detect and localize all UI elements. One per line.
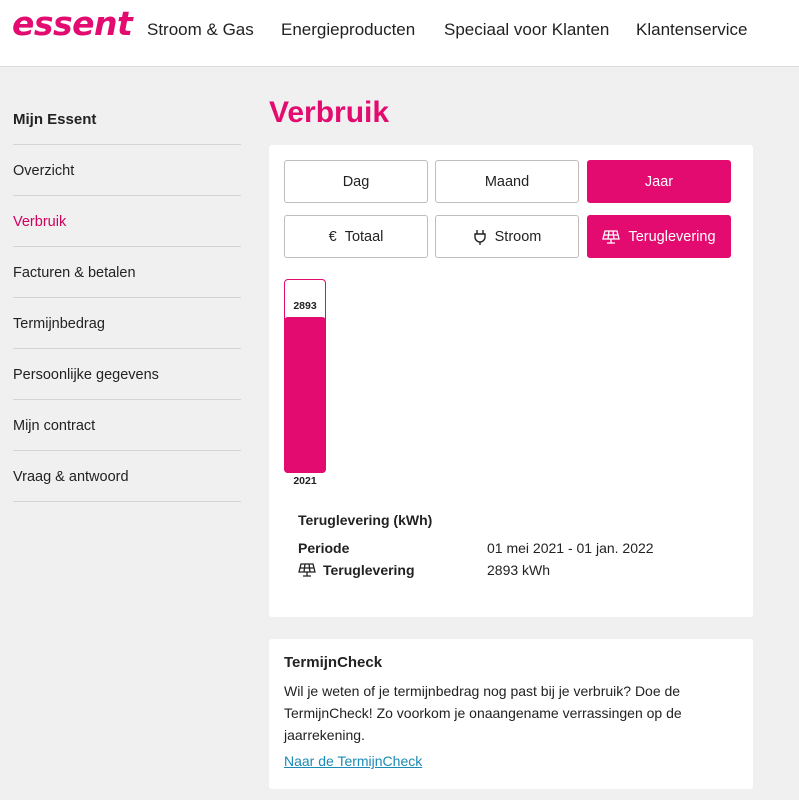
sidebar-item-vraag-antwoord[interactable]: Vraag & antwoord <box>13 451 241 502</box>
bar-data-label: 2893 <box>293 300 317 312</box>
solar-panel-icon <box>298 563 316 577</box>
delivery-label-row: Teruglevering <box>298 562 415 578</box>
sidebar-item-overzicht[interactable]: Overzicht <box>13 145 241 196</box>
sidebar-item-termijnbedrag[interactable]: Termijnbedrag <box>13 298 241 349</box>
tab-maand-label: Maand <box>484 173 530 190</box>
bar-category-label: 2021 <box>293 475 317 487</box>
nav-item-klantenservice[interactable]: Klantenservice <box>636 20 748 40</box>
sidebar: Mijn Essent Overzicht Verbruik Facturen … <box>13 95 241 502</box>
essent-logo[interactable]: essent <box>12 4 133 43</box>
solar-panel-icon <box>602 229 621 244</box>
sidebar-item-mijn-contract[interactable]: Mijn contract <box>13 400 241 451</box>
tab-dag-label: Dag <box>342 173 370 190</box>
termijncheck-link[interactable]: Naar de TermijnCheck <box>284 753 422 769</box>
plug-icon <box>473 229 487 245</box>
nav-item-speciaal-voor-klanten[interactable]: Speciaal voor Klanten <box>444 20 609 40</box>
tab-teruglevering[interactable]: Teruglevering <box>587 215 731 258</box>
sidebar-item-persoonlijke-gegevens[interactable]: Persoonlijke gegevens <box>13 349 241 400</box>
termijncheck-title: TermijnCheck <box>284 654 383 671</box>
tab-dag[interactable]: Dag <box>284 160 428 203</box>
tab-stroom-label: Stroom <box>494 228 542 245</box>
tab-totaal[interactable]: € Totaal <box>284 215 428 258</box>
usage-card: Dag Maand Jaar € Totaal Stroom Terugleve… <box>269 145 753 617</box>
info-title: Teruglevering (kWh) <box>298 512 433 528</box>
sidebar-item-verbruik[interactable]: Verbruik <box>13 196 241 247</box>
tab-teruglevering-label: Teruglevering <box>628 228 716 245</box>
tab-jaar[interactable]: Jaar <box>587 160 731 203</box>
tab-stroom[interactable]: Stroom <box>435 215 579 258</box>
period-label: Periode <box>298 540 350 556</box>
termijncheck-card: TermijnCheck Wil je weten of je termijnb… <box>269 639 753 789</box>
termijncheck-text: Wil je weten of je termijnbedrag nog pas… <box>284 683 682 743</box>
tab-totaal-label: Totaal <box>344 228 384 245</box>
tab-jaar-label: Jaar <box>644 173 674 190</box>
tab-maand[interactable]: Maand <box>435 160 579 203</box>
delivery-value: 2893 kWh <box>487 562 551 578</box>
period-value: 01 mei 2021 - 01 jan. 2022 <box>487 540 654 556</box>
nav-item-energieproducten[interactable]: Energieproducten <box>281 20 415 40</box>
nav-item-stroom-gas[interactable]: Stroom & Gas <box>147 20 254 40</box>
page-title: Verbruik <box>269 96 390 129</box>
bar[interactable] <box>284 317 326 473</box>
top-navigation-bar: essent Stroom & Gas Energieproducten Spe… <box>0 0 799 67</box>
sidebar-item-facturen-betalen[interactable]: Facturen & betalen <box>13 247 241 298</box>
euro-icon: € <box>328 228 337 245</box>
sidebar-title: Mijn Essent <box>13 95 241 145</box>
delivery-label: Teruglevering <box>323 562 415 578</box>
